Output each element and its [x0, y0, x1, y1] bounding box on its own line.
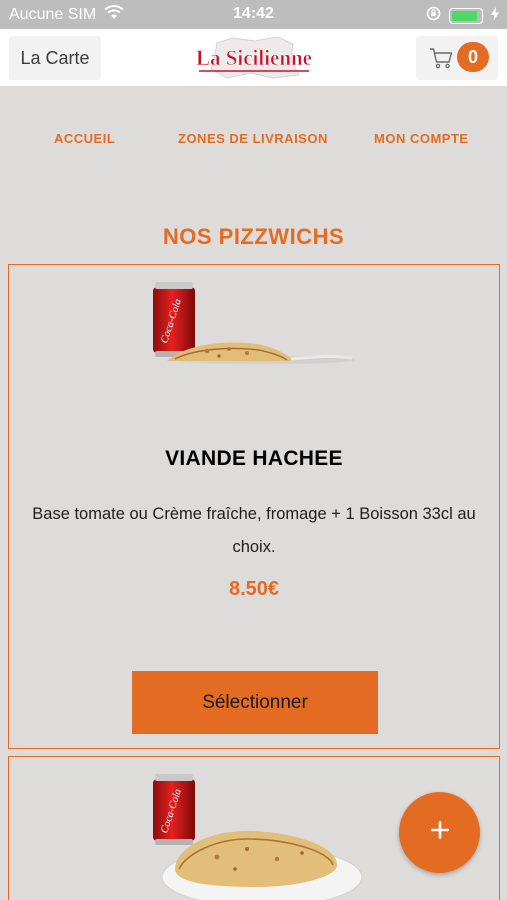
- status-right: [426, 6, 499, 26]
- main-nav: ACCUEIL ZONES DE LIVRAISON MON COMPTE: [0, 131, 507, 149]
- add-fab-button[interactable]: [399, 792, 480, 873]
- brand-logo[interactable]: La Sicilienne: [193, 35, 315, 81]
- cart-button[interactable]: 0: [416, 36, 498, 80]
- battery-level: [452, 11, 478, 21]
- select-button[interactable]: Sélectionner: [132, 671, 378, 734]
- app-header: La Carte La Sicilienne 0: [0, 29, 507, 87]
- product-description: Base tomate ou Crème fraîche, fromage + …: [32, 505, 476, 556]
- nav-accueil[interactable]: ACCUEIL: [54, 131, 115, 146]
- plus-icon: [429, 819, 451, 846]
- product-price: 8.50€: [228, 578, 280, 600]
- product-image[interactable]: Coca-Cola: [147, 273, 357, 378]
- battery-icon: [449, 8, 483, 24]
- svg-text:La Sicilienne: La Sicilienne: [196, 45, 312, 70]
- cart-count-badge: 0: [457, 42, 489, 72]
- product-card: Coca-Cola VIANDE HACHEE Base tomate ou C…: [8, 264, 500, 749]
- product-name: VIANDE HACHEE: [165, 447, 343, 470]
- status-bar: Aucune SIM 14:42: [0, 0, 507, 29]
- product-image[interactable]: Coca-Cola: [147, 765, 363, 900]
- charging-icon: [491, 6, 499, 26]
- orientation-lock-icon: [426, 6, 441, 26]
- menu-button[interactable]: La Carte: [9, 36, 101, 80]
- nav-mon-compte[interactable]: MON COMPTE: [374, 131, 469, 146]
- cart-icon: [429, 47, 453, 74]
- section-title: NOS PIZZWICHS: [162, 224, 345, 249]
- nav-zones-livraison[interactable]: ZONES DE LIVRAISON: [178, 131, 328, 146]
